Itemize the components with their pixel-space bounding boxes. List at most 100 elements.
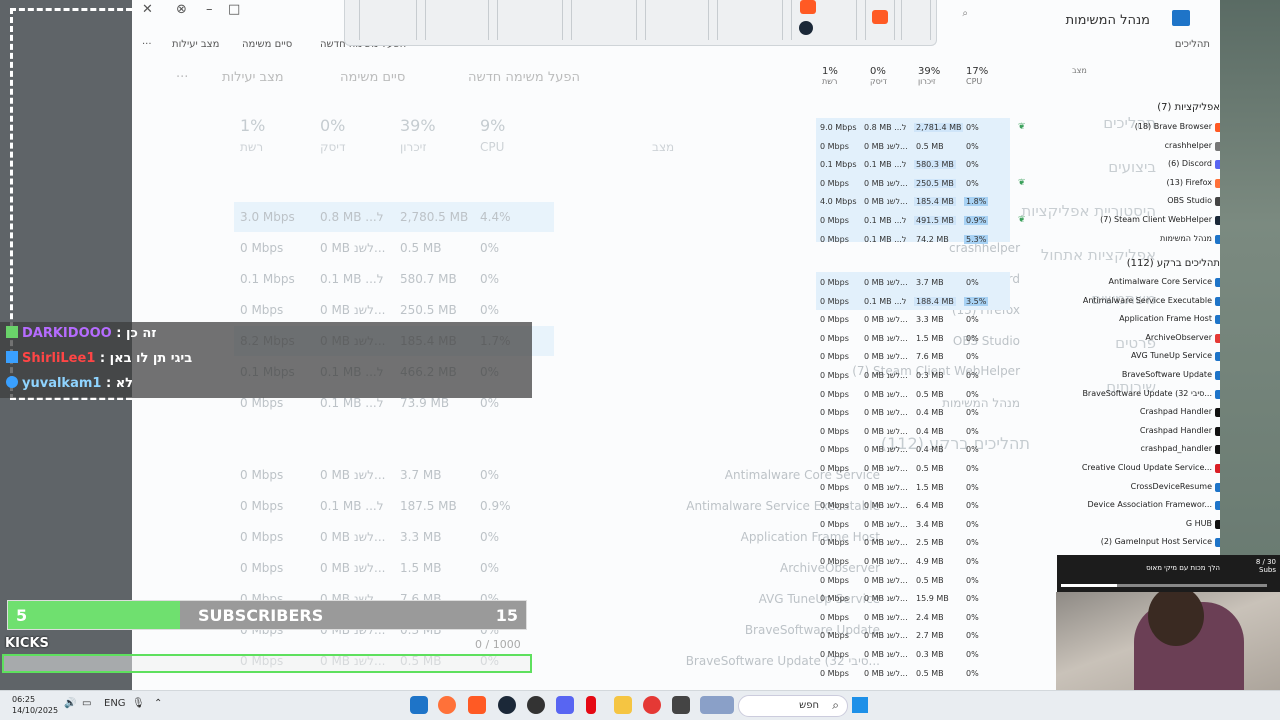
firefox-icon[interactable] xyxy=(438,696,456,714)
process-name: מנהל המשימות xyxy=(1160,233,1212,243)
memory-cell: 188.4 MB xyxy=(914,296,956,306)
process-row[interactable]: 0 Mbps 0 MB לשנ... 1.5 MB 0% CrossDeviceResu… xyxy=(814,479,1220,498)
memory-cell: 0.5 MB xyxy=(916,389,944,399)
net-cell: 0 Mbps xyxy=(820,464,849,473)
process-row[interactable]: 0 Mbps 0 MB לשנ... 3.3 MB 0% Application Fra… xyxy=(814,311,1220,330)
memory-cell: 0.4 MB xyxy=(916,426,944,436)
minimize-button[interactable]: – xyxy=(206,2,213,17)
ghost-header-pct: 1% xyxy=(240,116,266,135)
more-button[interactable]: ··· xyxy=(142,39,152,50)
preview-thumb[interactable] xyxy=(901,0,931,40)
column-header[interactable]: 17% CPU xyxy=(966,66,988,86)
widget-icon[interactable] xyxy=(700,696,734,714)
cpu-cell: 0% xyxy=(966,445,979,455)
net-cell: 0 Mbps xyxy=(820,594,849,604)
chevron-up-icon[interactable]: ⌃ xyxy=(154,698,162,709)
search-icon[interactable]: ⌕ xyxy=(962,8,968,19)
process-name: crashhelper xyxy=(1164,140,1212,150)
process-row[interactable]: 0.1 Mbps 0.1 MB ...ל 580.3 MB 0% (6) Discord xyxy=(814,156,1220,175)
brave-app-icon[interactable] xyxy=(468,696,486,714)
process-row[interactable]: 0 Mbps 0 MB לשנ... 0.5 MB 0% Creative Cloud … xyxy=(814,460,1220,479)
preview-thumb[interactable] xyxy=(359,0,417,40)
end-task-button[interactable]: סיים משימה xyxy=(242,39,292,50)
ghost-cell: 0 MB לשנ... xyxy=(320,530,386,544)
chatgpt-icon[interactable] xyxy=(527,696,545,714)
cpu-cell: 0% xyxy=(966,408,979,418)
subscribers-goal-bar: 5 SUBSCRIBERS 15 xyxy=(7,600,527,630)
process-icon xyxy=(1215,519,1220,529)
close-button[interactable]: ✕ xyxy=(142,2,153,17)
process-row[interactable]: 9.0 Mbps 0.8 MB ...ל 2,781.4 MB 0% ❦ (18) Bra… xyxy=(814,119,1220,138)
net-cell: 0 Mbps xyxy=(820,668,849,678)
process-name: (2) GameInput Host Service xyxy=(1100,537,1212,547)
disk-cell: 0 MB לשנ... xyxy=(864,594,908,604)
taskbar-preview[interactable] xyxy=(344,0,937,46)
network-icon[interactable]: ▭ xyxy=(82,698,91,709)
process-row[interactable]: 0 Mbps 0 MB לשנ... 0.4 MB 0% Crashpad Handle… xyxy=(814,404,1220,423)
preview-thumb[interactable] xyxy=(645,0,709,40)
task-manager-app-icon[interactable] xyxy=(410,696,428,714)
clock[interactable]: 06:25 14/10/2025 xyxy=(12,694,58,716)
process-row[interactable]: 4.0 Mbps 0 MB לשנ... 185.4 MB 1.8% OBS Studi… xyxy=(814,193,1220,212)
preview-thumb[interactable] xyxy=(717,0,783,40)
cpu-cell: 0% xyxy=(966,315,979,325)
disk-cell: 0 MB לשנ... xyxy=(864,278,908,287)
process-row[interactable]: 0 Mbps 0 MB לשנ... 0.4 MB 0% crashpad_handle… xyxy=(814,441,1220,460)
stream-right-strip xyxy=(1220,0,1280,560)
process-row[interactable]: 0 Mbps 0 MB לשנ... 0.3 MB 0% BraveSoftware U… xyxy=(814,367,1220,386)
column-header[interactable]: 0% דיסק xyxy=(870,66,887,86)
ghost-cell: 0.8 MB ...ל xyxy=(320,210,384,224)
process-row[interactable]: 0 Mbps 0 MB לשנ... 3.7 MB 0% Antimalware Cor… xyxy=(814,274,1220,293)
file-explorer-icon[interactable] xyxy=(614,696,632,714)
microphone-icon[interactable]: 🎙 xyxy=(132,698,145,709)
net-cell: 0 Mbps xyxy=(820,445,849,455)
process-row[interactable]: 0 Mbps 0.1 MB ...ל 491.5 MB 0.9% ❦ (7) Steam … xyxy=(814,212,1220,231)
cpu-cell: 0% xyxy=(966,575,979,585)
net-cell: 0 Mbps xyxy=(820,650,849,659)
process-row[interactable]: 0 Mbps 0 MB לשנ... 3.4 MB 0% G HUB xyxy=(814,516,1220,535)
column-header[interactable]: מצב xyxy=(1072,66,1087,75)
brave-icon xyxy=(800,0,816,14)
process-row[interactable]: 0 Mbps 0 MB לשנ... 0.5 MB 0% crashhelper xyxy=(814,138,1220,157)
maximize-button[interactable]: □ xyxy=(228,2,240,17)
preview-thumb[interactable] xyxy=(497,0,563,40)
search-box[interactable]: חפש ⌕ xyxy=(738,695,848,717)
ghost-row: 0 Mbps 0.1 MB ...ל 187.5 MB 0.9% xyxy=(234,491,554,521)
app-icon[interactable] xyxy=(643,696,661,714)
memory-cell: 0.5 MB xyxy=(916,464,944,473)
discord-icon[interactable] xyxy=(556,696,574,714)
close-icon[interactable]: ⊗ xyxy=(176,2,187,17)
process-row[interactable]: 0 Mbps 0.1 MB ...ל 74.2 MB 5.3% מנהל המשימות xyxy=(814,231,1220,250)
memory-cell: 0.5 MB xyxy=(916,141,944,151)
apps-group-title: אפליקציות (7) xyxy=(1157,102,1220,113)
process-row[interactable]: 0 Mbps 0 MB לשנ... 0.4 MB 0% Crashpad Handle… xyxy=(814,423,1220,442)
steam-app-icon[interactable] xyxy=(498,696,516,714)
process-row[interactable]: 0 Mbps 0 MB לשנ... 250.5 MB 0% ❦ (13) Firefox xyxy=(814,175,1220,194)
process-row[interactable]: 0 Mbps 0 MB לשנ... 6.4 MB 0% Device Associat… xyxy=(814,497,1220,516)
process-row[interactable]: 0 Mbps 0 MB לשנ... 1.5 MB 0% ArchiveObserver xyxy=(814,330,1220,349)
process-icon xyxy=(1215,389,1220,399)
process-name: BraveSoftware Update xyxy=(1121,370,1212,379)
process-icon xyxy=(1215,234,1220,244)
disk-cell: 0 MB לשנ... xyxy=(864,668,908,678)
memory-cell: 491.5 MB xyxy=(914,216,956,225)
ghost-row: 0 Mbps 0 MB לשנ... 250.5 MB 0% xyxy=(234,295,554,325)
badge-icon xyxy=(6,376,18,388)
efficiency-button[interactable]: מצב יעילות xyxy=(172,39,219,50)
ghost-row: 3.0 Mbps 0.8 MB ...ל 2,780.5 MB 4.4% xyxy=(234,202,554,232)
volume-icon[interactable]: 🔊 xyxy=(64,698,76,709)
process-row[interactable]: 0 Mbps 0.1 MB ...ל 188.4 MB 3.5% Antimalware… xyxy=(814,293,1220,312)
ghost-cell: 0% xyxy=(480,530,500,544)
terminal-icon[interactable] xyxy=(672,696,690,714)
process-row[interactable]: 0 Mbps 0 MB לשנ... 7.6 MB 0% AVG TuneUp Serv… xyxy=(814,348,1220,367)
language-indicator[interactable]: ENG xyxy=(104,698,126,709)
kicks-progress-bar xyxy=(2,654,532,673)
process-row[interactable]: 0 Mbps 0 MB לשנ... 2.5 MB 0% (2) GameInput H… xyxy=(814,534,1220,553)
column-header[interactable]: 1% רשת xyxy=(822,66,838,86)
netflix-icon[interactable] xyxy=(586,696,596,714)
windows-start-icon[interactable] xyxy=(852,697,868,713)
process-row[interactable]: 0 Mbps 0 MB לשנ... 0.5 MB 0% BraveSoftware U… xyxy=(814,386,1220,405)
column-header[interactable]: 39% זיכרון xyxy=(918,66,940,86)
preview-thumb[interactable] xyxy=(425,0,489,40)
preview-thumb[interactable] xyxy=(571,0,637,40)
